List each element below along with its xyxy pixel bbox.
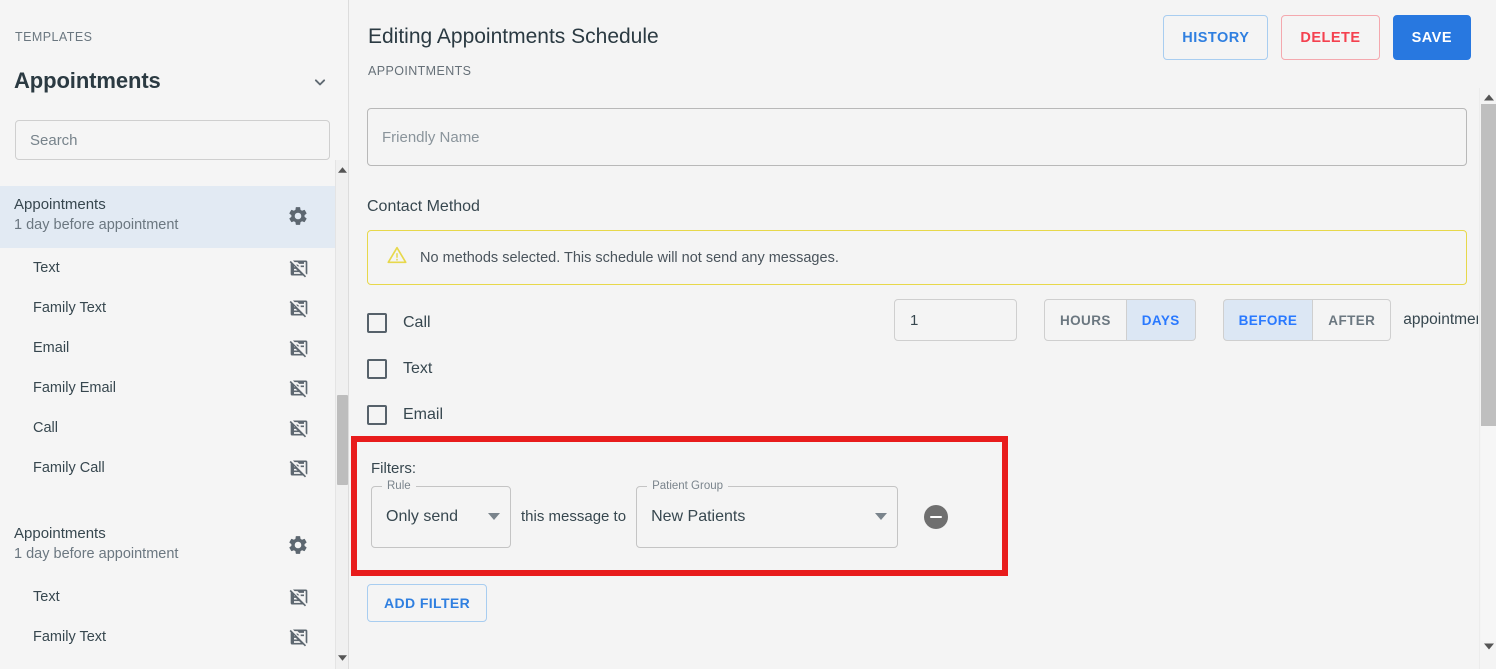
sidebar-item-label: Text <box>33 260 60 276</box>
direction-after-button[interactable]: AFTER <box>1313 299 1392 341</box>
unit-days-button[interactable]: DAYS <box>1126 299 1196 341</box>
speaker-notes-off-icon[interactable] <box>288 626 310 648</box>
sidebar-title: Appointments <box>14 68 161 93</box>
sidebar-item-email[interactable]: Email <box>0 328 336 368</box>
gear-icon[interactable] <box>285 203 311 229</box>
speaker-notes-off-icon[interactable] <box>288 257 310 279</box>
app-root: TEMPLATES Appointments Appointments 1 da… <box>0 0 1496 669</box>
speaker-notes-off-icon[interactable] <box>288 457 310 479</box>
speaker-notes-off-icon[interactable] <box>288 297 310 319</box>
chevron-down-icon[interactable] <box>306 68 334 96</box>
main-scrollbar[interactable] <box>1479 88 1496 669</box>
remove-filter-button[interactable] <box>924 505 949 529</box>
sidebar-item-family-call[interactable]: Family Call <box>0 448 336 488</box>
filters-label: Filters: <box>371 460 416 477</box>
history-button[interactable]: HISTORY <box>1163 15 1269 60</box>
templates-section-label: TEMPLATES <box>15 30 93 44</box>
rule-select-legend: Rule <box>382 479 416 493</box>
timing-unit-toggle: HOURS DAYS <box>1044 299 1196 341</box>
email-checkbox[interactable] <box>367 405 387 425</box>
timing-amount-input[interactable] <box>894 299 1017 341</box>
sidebar-scrollbar[interactable] <box>335 160 348 669</box>
contact-method-label: Contact Method <box>367 198 480 215</box>
sidebar-item-family-text-2[interactable]: Family Text <box>0 617 336 657</box>
gear-icon[interactable] <box>285 532 311 558</box>
speaker-notes-off-icon[interactable] <box>288 377 310 399</box>
speaker-notes-off-icon[interactable] <box>288 417 310 439</box>
call-checkbox[interactable] <box>367 313 387 333</box>
chevron-down-icon[interactable] <box>861 513 888 521</box>
breadcrumb: APPOINTMENTS <box>368 64 472 78</box>
timing-suffix-label: appointment <box>1403 311 1478 328</box>
friendly-name-input[interactable] <box>367 108 1467 166</box>
main-scrollbar-thumb[interactable] <box>1481 104 1496 426</box>
filter-row: Rule Only send this message to Patient G… <box>371 479 949 548</box>
sidebar-group-appointments-1[interactable]: Appointments 1 day before appointment <box>0 186 336 248</box>
sidebar-item-call[interactable]: Call <box>0 408 336 448</box>
sidebar-item-family-text[interactable]: Family Text <box>0 288 336 328</box>
method-row-email[interactable]: Email <box>367 392 1467 438</box>
method-label: Call <box>403 314 431 331</box>
speaker-notes-off-icon[interactable] <box>288 337 310 359</box>
method-label: Email <box>403 406 444 423</box>
speaker-notes-off-icon[interactable] <box>288 586 310 608</box>
filters-highlight-box: Filters: Rule Only send this message to … <box>351 436 1008 576</box>
sidebar-item-label: Family Text <box>33 300 107 316</box>
sidebar-item-label: Email <box>33 340 70 356</box>
rule-select[interactable]: Rule Only send <box>371 479 511 548</box>
templates-list: Appointments 1 day before appointment Te… <box>0 186 336 669</box>
schedule-form: Contact Method No methods selected. This… <box>349 88 1478 669</box>
sidebar-item-label: Family Text <box>33 629 107 645</box>
remove-circle-icon <box>930 516 943 518</box>
no-methods-warning: No methods selected. This schedule will … <box>367 230 1467 285</box>
delete-button[interactable]: DELETE <box>1281 15 1380 60</box>
sidebar-item-family-email[interactable]: Family Email <box>0 368 336 408</box>
timing-direction-toggle: BEFORE AFTER <box>1222 299 1392 341</box>
save-button[interactable]: SAVE <box>1392 15 1471 60</box>
text-checkbox[interactable] <box>367 359 387 379</box>
filter-connector-text: this message to <box>521 508 627 525</box>
method-row-text[interactable]: Text <box>367 346 1467 392</box>
sidebar-item-text[interactable]: Text <box>0 248 336 288</box>
method-label: Text <box>403 360 433 377</box>
sidebar-item-label: Text <box>33 589 60 605</box>
warning-triangle-icon <box>386 244 408 271</box>
patient-group-select-value: New Patients <box>651 508 746 525</box>
caret-up-icon[interactable] <box>1480 90 1496 104</box>
patient-group-select[interactable]: Patient Group New Patients <box>636 479 899 548</box>
caret-down-icon[interactable] <box>336 652 349 664</box>
caret-up-icon[interactable] <box>336 164 349 176</box>
timing-controls: HOURS DAYS BEFORE AFTER appointment <box>894 299 1478 341</box>
chevron-down-icon[interactable] <box>474 513 500 521</box>
filters-section: Filters: Rule Only send this message to … <box>357 442 1002 570</box>
sidebar-item-label: Family Email <box>33 380 116 396</box>
sidebar-item-text-2[interactable]: Text <box>0 577 336 617</box>
sidebar-group-appointments-2[interactable]: Appointments 1 day before appointment <box>0 515 336 577</box>
header-actions: HISTORY DELETE SAVE <box>1163 15 1471 60</box>
unit-hours-button[interactable]: HOURS <box>1044 299 1127 341</box>
page-title: Editing Appointments Schedule <box>368 25 659 48</box>
rule-select-value: Only send <box>386 508 459 525</box>
sidebar-scrollbar-thumb[interactable] <box>337 395 348 485</box>
add-filter-button[interactable]: ADD FILTER <box>367 584 488 622</box>
caret-down-icon[interactable] <box>1480 639 1496 653</box>
sidebar-item-label: Call <box>33 420 58 436</box>
main-panel: Editing Appointments Schedule APPOINTMEN… <box>349 0 1496 669</box>
search-input[interactable] <box>15 120 330 160</box>
warning-text: No methods selected. This schedule will … <box>420 249 839 266</box>
direction-before-button[interactable]: BEFORE <box>1222 299 1314 341</box>
templates-sidebar: TEMPLATES Appointments Appointments 1 da… <box>0 0 349 669</box>
sidebar-item-label: Family Call <box>33 460 105 476</box>
patient-group-select-legend: Patient Group <box>647 479 729 493</box>
